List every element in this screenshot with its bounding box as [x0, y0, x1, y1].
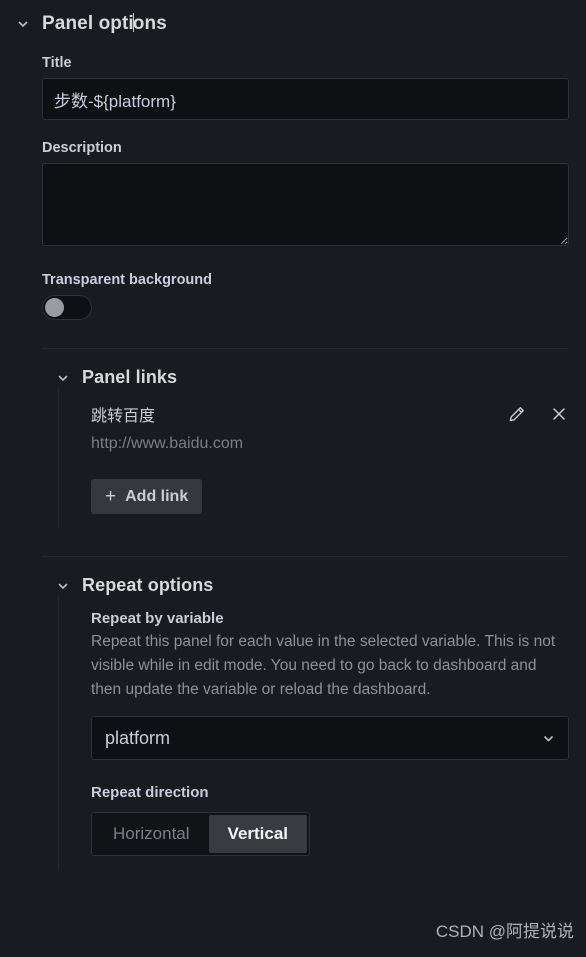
panel-description-textarea[interactable]: [42, 163, 569, 246]
panel-link-actions: [506, 402, 569, 424]
chevron-down-icon: [56, 371, 70, 385]
panel-options-body: Title Description Transparent background…: [0, 55, 586, 871]
watermark: CSDN @阿提说说: [435, 922, 574, 941]
divider: [42, 556, 569, 557]
transparent-background-label: Transparent background: [42, 272, 213, 288]
panel-description-label: Description: [42, 140, 122, 156]
panel-description-field: Description: [42, 140, 569, 246]
panel-link-title[interactable]: 跳转百度: [91, 402, 243, 426]
panel-title-label: Title: [42, 55, 72, 71]
panel-links-section-header[interactable]: Panel links: [42, 367, 569, 388]
repeat-by-variable-help: Repeat this panel for each value in the …: [91, 633, 556, 699]
chevron-down-icon: [541, 731, 556, 746]
plus-icon: +: [105, 486, 117, 507]
add-link-button[interactable]: + Add link: [91, 479, 203, 514]
panel-title-field: Title: [42, 55, 569, 120]
chevron-down-icon: [56, 579, 70, 593]
repeat-variable-selected-value: platform: [105, 727, 171, 748]
page-title-text-after-caret: ons: [132, 13, 167, 34]
repeat-options-content: Repeat by variable Repeat this panel for…: [58, 596, 569, 871]
panel-links-content: 跳转百度 http://www.baidu.com + Add link: [58, 388, 569, 528]
panel-link-texts: 跳转百度 http://www.baidu.com: [91, 402, 243, 453]
close-icon[interactable]: [549, 404, 569, 424]
repeat-direction-option-horizontal[interactable]: Horizontal: [94, 815, 209, 853]
transparent-background-field: Transparent background: [42, 272, 569, 320]
page-title: Panel options: [42, 13, 167, 35]
repeat-options-section: Repeat options Repeat by variable Repeat…: [42, 575, 569, 871]
repeat-variable-select[interactable]: platform: [91, 716, 569, 761]
repeat-direction-label: Repeat direction: [91, 784, 209, 802]
panel-links-section: Panel links 跳转百度 http://www.baidu.com + …: [42, 367, 569, 528]
chevron-down-icon: [16, 17, 30, 31]
repeat-by-variable-label: Repeat by variable: [91, 610, 224, 627]
panel-links-title: Panel links: [82, 367, 178, 387]
divider: [42, 348, 569, 349]
page-title-text-before-caret: Panel opti: [42, 13, 134, 34]
panel-link-url: http://www.baidu.com: [91, 435, 244, 452]
panel-title-input[interactable]: [42, 78, 569, 120]
repeat-direction-option-vertical[interactable]: Vertical: [208, 815, 308, 854]
panel-link-item: 跳转百度 http://www.baidu.com: [91, 402, 569, 453]
pencil-icon[interactable]: [506, 404, 526, 424]
panel-options-section-header[interactable]: Panel options: [0, 0, 586, 35]
transparent-background-toggle[interactable]: [42, 295, 92, 320]
repeat-options-title: Repeat options: [82, 575, 214, 595]
add-link-button-label: Add link: [125, 487, 189, 505]
repeat-direction-radio-group: Horizontal Vertical: [91, 812, 311, 857]
toggle-knob: [45, 298, 64, 317]
repeat-options-section-header[interactable]: Repeat options: [42, 575, 569, 596]
